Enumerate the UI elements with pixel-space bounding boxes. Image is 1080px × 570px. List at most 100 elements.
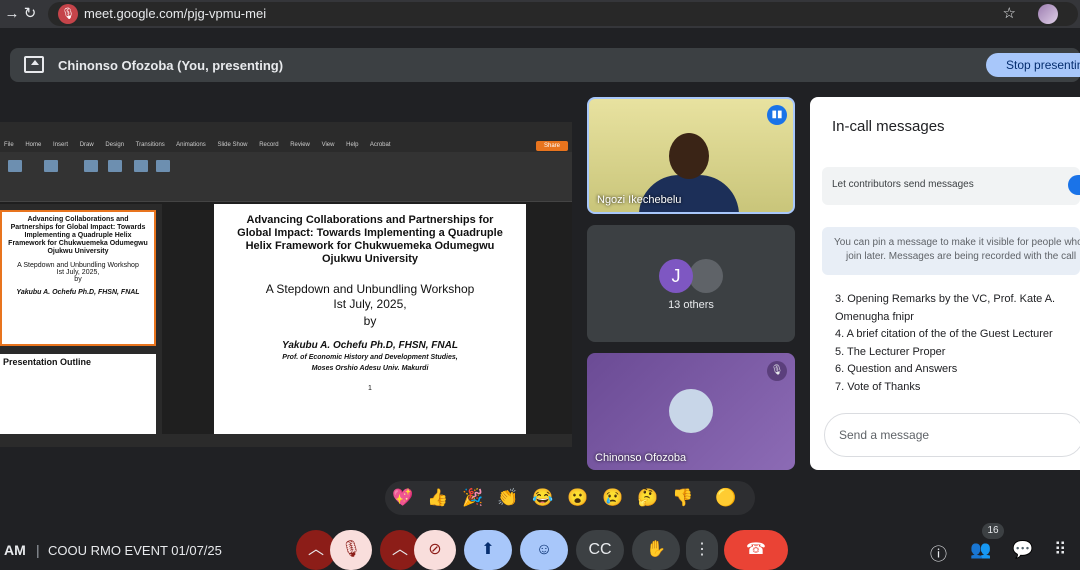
meeting-name: COOU RMO EVENT 01/07/25 <box>48 543 222 558</box>
present-button[interactable]: ⬆ <box>464 530 512 570</box>
ppt-ribbon-tabs: File Home Insert Draw Design Transitions… <box>0 138 572 152</box>
captions-button[interactable]: CC <box>576 530 624 570</box>
ppt-title-bar <box>0 122 572 138</box>
avatar <box>689 259 723 293</box>
ppt-tab: Draw <box>79 142 94 148</box>
speaking-indicator-icon: ▮▮ <box>767 105 787 125</box>
current-slide: Advancing Collaborations and Partnership… <box>214 204 526 434</box>
avatar <box>669 389 713 433</box>
reaction-thumbs-down-icon[interactable]: 👎 <box>672 488 693 508</box>
info-line: You can pin a message to make it visible… <box>834 237 1080 248</box>
others-count: 13 others <box>668 299 714 311</box>
reaction-thumbs-up-icon[interactable]: 👍 <box>427 488 448 508</box>
bookmark-star-icon[interactable]: ☆ <box>1003 4 1016 22</box>
people-icon[interactable]: 👥 <box>970 540 991 560</box>
slide-author: Yakubu A. Ochefu Ph.D, FHSN, FNAL <box>282 340 458 351</box>
participant-name: Chinonso Ofozoba <box>595 452 687 464</box>
camera-toggle-button[interactable]: ⊘ <box>414 530 456 570</box>
ribbon-icon <box>8 160 22 172</box>
participant-video-head <box>669 133 709 179</box>
address-bar[interactable]: 🎙 meet.google.com/pjg-vpmu-mei ☆ <box>48 2 1078 26</box>
mic-off-icon: 🎙 <box>767 361 787 381</box>
emoji-icon: ☺ <box>535 541 553 558</box>
present-to-all-icon <box>24 56 44 73</box>
slide-page-number: 1 <box>368 385 372 392</box>
present-to-all-icon: ⬆ <box>481 541 495 558</box>
participant-count-badge: 16 <box>982 523 1004 539</box>
ppt-tab: Help <box>346 142 359 148</box>
ribbon-icon <box>44 160 58 172</box>
more-vert-icon: ⋮ <box>694 541 710 558</box>
call-end-icon: ☎ <box>746 541 766 558</box>
reaction-heart-icon[interactable]: 💖 <box>392 488 413 508</box>
thumb-author: Yakubu A. Ochefu Ph.D, FHSN, FNAL <box>16 289 140 296</box>
reaction-clap-icon[interactable]: 👏 <box>497 488 518 508</box>
chevron-up-icon: ︿ <box>307 541 324 558</box>
info-icon[interactable]: ⓘ <box>930 540 947 565</box>
contributors-toggle[interactable] <box>1068 175 1080 195</box>
message-line: 4. A brief citation of the of the Guest … <box>835 328 1053 340</box>
slide-title: Advancing Collaborations and Partnership… <box>237 214 503 265</box>
ppt-share-button: Share <box>536 141 568 151</box>
chat-icon[interactable]: 💬 <box>1012 540 1033 560</box>
slide-affiliation-1: Prof. of Economic History and Developmen… <box>282 354 458 361</box>
participant-tile-others[interactable]: J 13 others <box>587 225 795 342</box>
in-call-messages-panel: In-call messages Let contributors send m… <box>810 97 1080 470</box>
slide-affiliation-2: Moses Orshio Adesu Univ. Makurdi <box>311 365 429 372</box>
slide-thumbnail-2: Presentation Outline <box>0 354 156 434</box>
stop-presenting-button[interactable]: Stop presenting <box>986 53 1080 77</box>
reaction-sad-icon[interactable]: 😢 <box>602 488 623 508</box>
participant-tile-self[interactable]: 🎙 Chinonso Ofozoba <box>587 353 795 470</box>
ribbon-icon <box>134 160 148 172</box>
avatar: J <box>659 259 693 293</box>
meeting-time: AM <box>4 542 26 558</box>
ppt-tab: Insert <box>53 142 69 148</box>
reaction-surprised-icon[interactable]: 😮 <box>567 488 588 508</box>
ppt-status-bar <box>0 434 572 447</box>
slide-workshop: A Stepdown and Unbundling Workshop <box>265 282 475 296</box>
ppt-tab: Design <box>105 142 125 148</box>
panel-title: In-call messages <box>832 118 945 135</box>
ribbon-icon <box>84 160 98 172</box>
hand-icon: ✋ <box>646 541 666 558</box>
apps-icon[interactable]: ⠿ <box>1054 540 1066 560</box>
mic-toggle-button[interactable]: 🎙 <box>330 530 372 570</box>
ppt-ribbon <box>0 152 572 202</box>
profile-avatar[interactable] <box>1038 4 1058 24</box>
ppt-tab: Slide Show <box>217 142 248 148</box>
pin-info-banner: You can pin a message to make it visible… <box>822 227 1080 275</box>
thumb-workshop: A Stepdown and Unbundling Workshop <box>17 262 139 269</box>
reaction-laugh-icon[interactable]: 😂 <box>532 488 553 508</box>
reaction-skin-tone-icon[interactable]: 🟡 <box>715 488 736 508</box>
reactions-button[interactable]: ☺ <box>520 530 568 570</box>
slide-thumbnail-1: Advancing Collaborations and Partnership… <box>0 210 156 346</box>
slide-date: Ist July, 2025, <box>333 297 407 311</box>
ppt-tab: Record <box>259 142 279 148</box>
thumb-date: Ist July, 2025, <box>56 269 100 276</box>
reaction-thinking-icon[interactable]: 🤔 <box>637 488 658 508</box>
browser-toolbar: → ↻ 🎙 meet.google.com/pjg-vpmu-mei ☆ <box>0 0 1080 28</box>
end-call-button[interactable]: ☎ <box>724 530 788 570</box>
ppt-tab: View <box>321 142 335 148</box>
raise-hand-button[interactable]: ✋ <box>632 530 680 570</box>
reload-icon[interactable]: ↻ <box>20 4 40 24</box>
reaction-party-icon[interactable]: 🎉 <box>462 488 483 508</box>
mic-site-icon[interactable]: 🎙 <box>58 4 78 24</box>
presenting-banner: Chinonso Ofozoba (You, presenting) Stop … <box>10 48 1080 82</box>
closed-caption-icon: CC <box>588 541 612 558</box>
shared-screen: File Home Insert Draw Design Transitions… <box>0 122 572 447</box>
participant-tile-ngozi[interactable]: ▮▮ Ngozi Ikechebelu <box>587 97 795 214</box>
toggle-label: Let contributors send messages <box>832 179 974 190</box>
mic-off-icon: 🎙 <box>340 541 362 558</box>
message-line: 7. Vote of Thanks <box>835 380 921 393</box>
send-message-input[interactable]: Send a message <box>824 413 1080 457</box>
info-line: join later. Messages are being recorded … <box>846 251 1077 262</box>
url-text[interactable]: meet.google.com/pjg-vpmu-mei <box>84 6 266 21</box>
contributors-toggle-row: Let contributors send messages <box>822 167 1080 205</box>
slide-by: by <box>363 314 377 328</box>
thumb-title: Advancing Collaborations and Partnership… <box>8 216 148 255</box>
message-line: 5. The Lecturer Proper <box>835 345 946 358</box>
thumb-by: by <box>74 276 82 283</box>
more-options-button[interactable]: ⋮ <box>686 530 718 570</box>
forward-icon[interactable]: → <box>2 4 22 24</box>
